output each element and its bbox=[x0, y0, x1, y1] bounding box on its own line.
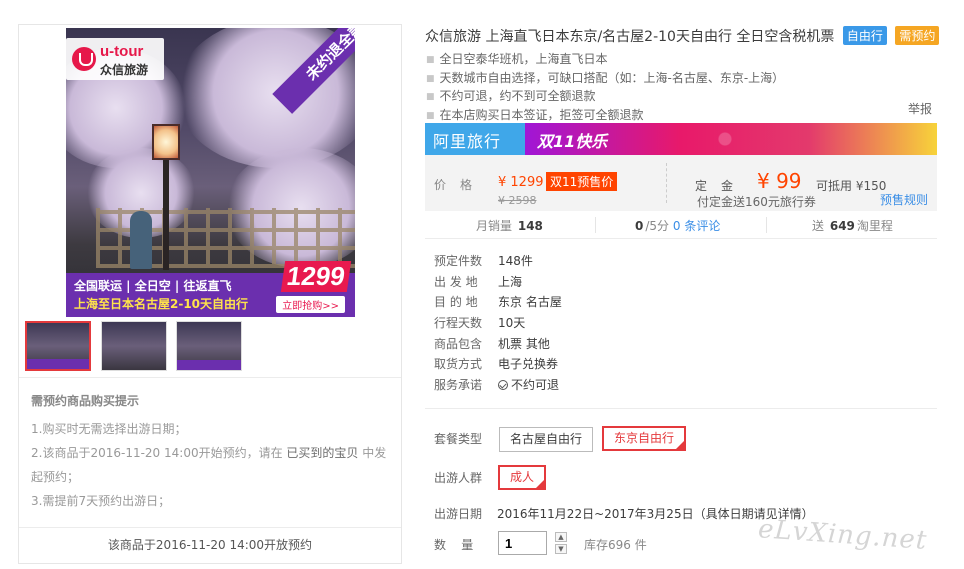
reservation-notice: 需预约商品购买提示 1.购买时无需选择出游日期； 2.该商品于2016-11-2… bbox=[19, 377, 401, 527]
banner-buy-button: 立即抢购>> bbox=[276, 296, 345, 313]
image-banner: 全国联运 | 全日空 | 往返直飞 上海至日本名古屋2-10天自由行 1299 … bbox=[66, 261, 355, 317]
quantity-input[interactable] bbox=[498, 531, 547, 555]
price-divider bbox=[666, 163, 667, 203]
double11-text: 双11快乐 bbox=[537, 132, 608, 151]
thumbnail-1[interactable] bbox=[25, 321, 91, 371]
quantity-label: 数 量 bbox=[434, 538, 474, 552]
presale-rules-link[interactable]: 预售规则 bbox=[880, 191, 928, 208]
travel-date-label: 出游日期 bbox=[434, 507, 483, 521]
logo-cn-text: 众信旅游 bbox=[100, 63, 149, 77]
deposit-offset: 可抵用 ¥150 bbox=[816, 179, 887, 193]
utour-logo-icon bbox=[72, 47, 96, 71]
price-label: 价格 bbox=[434, 178, 487, 192]
deposit-label: 定金 bbox=[695, 179, 748, 193]
feature-item: 全日空泰华班机，上海直飞日本 bbox=[426, 51, 784, 70]
price-box: 价格 ¥ 1299 双11预售价 ¥ 2598 定金 ¥ 99 可抵用 ¥150… bbox=[425, 155, 937, 211]
banner-line1: 全国联运 | 全日空 | 往返直飞 bbox=[74, 279, 232, 293]
stats-bar: 月销量 148 0/5分 0 条评论 送 649 淘里程 bbox=[425, 211, 937, 239]
banner-price: 1299 bbox=[280, 261, 352, 292]
notice-item: 3.需提前7天预约出游日； bbox=[31, 494, 171, 508]
lantern-icon bbox=[152, 124, 180, 160]
traveler-option-adult[interactable]: 成人 bbox=[498, 465, 547, 490]
section-divider bbox=[425, 408, 937, 409]
thumbnail-2[interactable] bbox=[101, 321, 167, 371]
mileage-reward: 送 649 淘里程 bbox=[812, 219, 893, 233]
quantity-decrease-button[interactable]: ▼ bbox=[555, 544, 567, 554]
package-option-nagoya[interactable]: 名古屋自由行 bbox=[499, 427, 594, 452]
report-link[interactable]: 举报 bbox=[908, 100, 932, 117]
rating-info: 0/5分 0 条评论 bbox=[635, 219, 721, 233]
main-product-image[interactable]: u-tour 众信旅游 未约退全款 全国联运 | 全日空 | 往返直飞 上海至日… bbox=[66, 28, 355, 317]
banner-line2: 上海至日本名古屋2-10天自由行 bbox=[74, 297, 249, 311]
lantern-post bbox=[163, 160, 169, 270]
stats-separator bbox=[595, 217, 596, 233]
notice-item: 2.该商品于2016-11-20 14:00开始预约，请在 已买到的宝贝 中发起… bbox=[31, 446, 387, 484]
deposit-price: ¥ 99 bbox=[757, 169, 802, 193]
feature-list: 全日空泰华班机，上海直飞日本 天数城市自由选择，可缺口搭配（如：上海-名古屋、东… bbox=[426, 51, 785, 125]
free-travel-tag: 自由行 bbox=[842, 26, 887, 45]
product-title: 众信旅游 上海直飞日本东京/名古屋2-10天自由行 全日空含税机票 自由行 需预… bbox=[425, 26, 940, 46]
traveler-type-label: 出游人群 bbox=[434, 471, 483, 485]
thumbnail-3[interactable] bbox=[176, 321, 242, 371]
notice-title: 需预约商品购买提示 bbox=[31, 394, 140, 408]
promo-decoration bbox=[705, 123, 745, 155]
alitrip-promo-banner[interactable]: 阿里旅行 双11快乐 bbox=[425, 123, 937, 155]
feature-item: 不约可退，约不到可全额退款 bbox=[426, 88, 784, 107]
gallery-panel: u-tour 众信旅游 未约退全款 全国联运 | 全日空 | 往返直飞 上海至日… bbox=[18, 24, 402, 564]
site-watermark: eLvXing.net bbox=[757, 514, 929, 556]
utour-logo: u-tour 众信旅游 bbox=[66, 38, 164, 80]
package-option-tokyo[interactable]: 东京自由行 bbox=[602, 426, 687, 451]
person-figure bbox=[130, 211, 152, 269]
logo-en-text: u-tour bbox=[100, 43, 144, 60]
presale-price: ¥ 1299 bbox=[498, 175, 544, 190]
bought-items-link[interactable]: 已买到的宝贝 bbox=[286, 446, 358, 460]
double11-price-badge: 双11预售价 bbox=[546, 172, 618, 191]
reserve-required-tag: 需预约 bbox=[895, 26, 940, 45]
notice-item: 1.购买时无需选择出游日期； bbox=[31, 422, 187, 436]
open-reservation-bar: 该商品于2016-11-20 14:00开放预约 bbox=[19, 527, 401, 563]
stats-separator bbox=[766, 217, 767, 233]
feature-item: 天数城市自由选择，可缺口搭配（如：上海-名古屋、东京-上海） bbox=[426, 70, 785, 89]
monthly-sales: 月销量 148 bbox=[476, 219, 543, 233]
quantity-increase-button[interactable]: ▲ bbox=[555, 532, 567, 542]
check-circle-icon bbox=[498, 380, 508, 391]
deposit-note: 付定金送160元旅行券 bbox=[697, 195, 816, 209]
original-price: ¥ 2598 bbox=[498, 194, 537, 207]
alitrip-brand: 阿里旅行 bbox=[433, 132, 502, 151]
stock-count: 库存696 件 bbox=[584, 538, 647, 552]
review-count-link[interactable]: 0 条评论 bbox=[673, 219, 720, 233]
package-type-label: 套餐类型 bbox=[434, 432, 483, 446]
